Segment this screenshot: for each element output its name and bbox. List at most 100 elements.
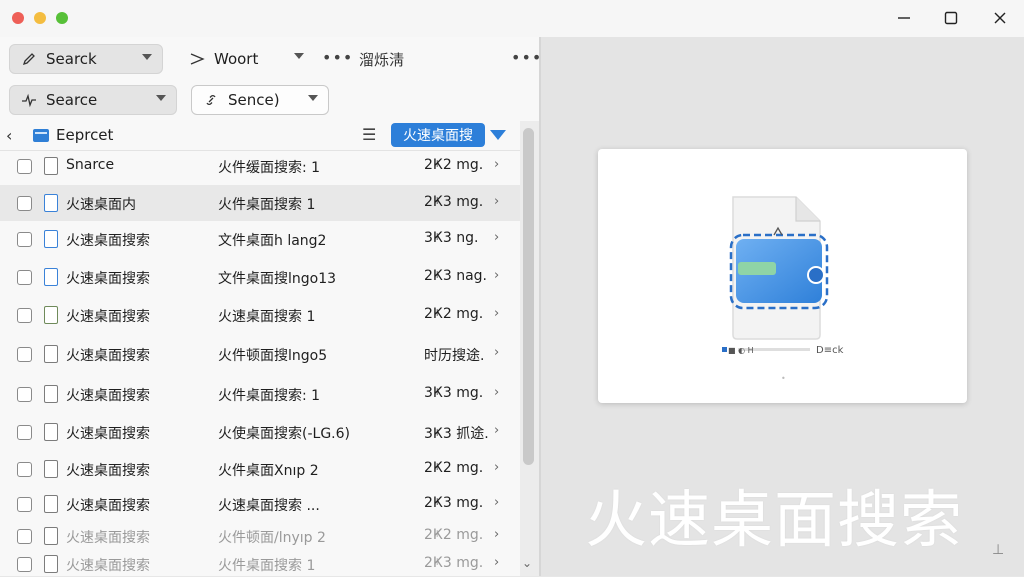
word-dropdown-label: Woort bbox=[214, 50, 259, 68]
row-checkbox[interactable] bbox=[17, 347, 32, 362]
maximize-button[interactable] bbox=[935, 6, 967, 30]
file-icon bbox=[44, 460, 58, 478]
preview-caption-left: ■ ◐ H bbox=[728, 346, 754, 355]
title-bar bbox=[0, 0, 1024, 38]
table-row[interactable]: Snarce 火件缓面搜索: 1 2Ҝ2 mg. › bbox=[0, 151, 520, 181]
file-size: 2Ҝ2 mg. bbox=[424, 460, 484, 476]
file-list-pane: Searck Woort ••• 溜烁淸 ••• Searce Sence) ‹… bbox=[0, 37, 542, 576]
more-options-button[interactable]: ••• bbox=[322, 48, 353, 67]
maximize-icon bbox=[944, 11, 958, 25]
minimize-button[interactable] bbox=[888, 6, 920, 30]
row-checkbox[interactable] bbox=[17, 232, 32, 247]
file-name: 火速桌面搜索 bbox=[66, 388, 150, 404]
scrollbar-thumb[interactable] bbox=[523, 128, 534, 465]
chevron-right-icon[interactable]: › bbox=[494, 194, 499, 209]
table-row[interactable]: 火速桌面搜索 火件顿面/lnyıp 2 2Ҝ2 mg. › bbox=[0, 521, 520, 551]
chevron-right-icon[interactable]: › bbox=[494, 555, 499, 570]
link-icon bbox=[202, 91, 220, 109]
preview-card: ■ ◐ H D≡ck • bbox=[598, 149, 967, 403]
chevron-right-icon[interactable]: › bbox=[494, 385, 499, 400]
file-name: 火速桌面搜索 bbox=[66, 498, 150, 514]
file-name: 火速桌面搜索 bbox=[66, 558, 150, 574]
file-name: Snarce bbox=[66, 157, 115, 173]
toolbar-row-1: Searck Woort ••• 溜烁淸 ••• bbox=[0, 41, 542, 81]
minimize-traffic-light[interactable] bbox=[34, 12, 46, 24]
table-row[interactable]: 火速桌面搜索 火速桌面搜索 ... 2Ҝ3 mg. › bbox=[0, 487, 520, 521]
file-icon bbox=[44, 423, 58, 441]
file-size: 3Ҝ3 抓途. bbox=[424, 426, 489, 442]
table-row[interactable]: 火速桌面搜索 火件桌面Xnıp 2 2Ҝ2 mg. › bbox=[0, 451, 520, 487]
preview-big-caption: 火速桌面搜索 bbox=[585, 483, 964, 556]
table-row[interactable]: 火速桌面搜索 文件桌面搜lngo13 2Ҝ3 nag. › bbox=[0, 259, 520, 295]
file-icon bbox=[44, 345, 58, 363]
file-description: 火速桌面搜索 ... bbox=[218, 498, 320, 514]
source-dropdown[interactable]: Searce bbox=[9, 85, 177, 115]
chevron-down-icon bbox=[156, 95, 166, 101]
chevron-right-icon[interactable]: › bbox=[494, 527, 499, 542]
file-description: 文件桌面搜lngo13 bbox=[218, 271, 337, 287]
folder-icon bbox=[33, 129, 49, 142]
word-dropdown[interactable]: Woort bbox=[178, 44, 314, 74]
resize-handle-icon[interactable]: ⊥ bbox=[992, 542, 1004, 558]
row-checkbox[interactable] bbox=[17, 557, 32, 572]
app-window: Searck Woort ••• 溜烁淸 ••• Searce Sence) ‹… bbox=[0, 0, 1024, 576]
close-traffic-light[interactable] bbox=[12, 12, 24, 24]
chevron-down-icon bbox=[142, 54, 152, 60]
scroll-down-chevron-icon[interactable]: ⌄ bbox=[522, 556, 532, 570]
row-checkbox[interactable] bbox=[17, 425, 32, 440]
search-dropdown[interactable]: Searck bbox=[9, 44, 163, 74]
zoom-traffic-light[interactable] bbox=[56, 12, 68, 24]
chevron-right-icon[interactable]: › bbox=[494, 306, 499, 321]
scope-dropdown[interactable]: Sence) bbox=[191, 85, 329, 115]
row-checkbox[interactable] bbox=[17, 196, 32, 211]
file-description: 火件桌面搜索 1 bbox=[218, 197, 316, 213]
row-checkbox[interactable] bbox=[17, 308, 32, 323]
file-description: 火件缓面搜索: 1 bbox=[218, 160, 321, 176]
file-list: Snarce 火件缓面搜索: 1 2Ҝ2 mg. › 火速桌面内 火件桌面搜索 1 2Ҝ3 … bbox=[0, 151, 520, 576]
current-folder-label: Eeprcet bbox=[56, 126, 114, 144]
table-row[interactable]: 火速桌面搜索 火使桌面搜索(-LG.6) 3Ҝ3 抓途. › bbox=[0, 413, 520, 451]
row-checkbox[interactable] bbox=[17, 387, 32, 402]
file-name: 火速桌面搜索 bbox=[66, 463, 150, 479]
file-size: 2Ҝ3 mg. bbox=[424, 194, 484, 210]
chevron-right-icon[interactable]: › bbox=[494, 495, 499, 510]
file-name: 火速桌面搜索 bbox=[66, 530, 150, 546]
close-button[interactable] bbox=[984, 6, 1016, 30]
file-icon bbox=[44, 268, 58, 286]
row-checkbox[interactable] bbox=[17, 270, 32, 285]
back-button[interactable]: ‹ bbox=[6, 126, 12, 145]
table-row[interactable]: 火速桌面搜索 火件桌面搜索 1 2Ҝ3 mg. › bbox=[0, 551, 520, 577]
file-size: 2Ҝ3 mg. bbox=[424, 495, 484, 511]
chevron-right-icon[interactable]: › bbox=[494, 230, 499, 245]
row-checkbox[interactable] bbox=[17, 529, 32, 544]
table-row[interactable]: 火速桌面搜索 火速桌面搜索 1 2Ҝ2 mg. › bbox=[0, 297, 520, 333]
chevron-down-icon[interactable] bbox=[490, 130, 506, 140]
chevron-right-icon[interactable]: › bbox=[494, 268, 499, 283]
row-checkbox[interactable] bbox=[17, 497, 32, 512]
row-checkbox[interactable] bbox=[17, 159, 32, 174]
file-description: 火使桌面搜索(-LG.6) bbox=[218, 426, 350, 442]
row-checkbox[interactable] bbox=[17, 462, 32, 477]
breadcrumb: ‹ Eeprcet ☰ 火速桌面搜 bbox=[0, 120, 520, 151]
pulse-icon bbox=[20, 91, 38, 109]
file-icon bbox=[44, 385, 58, 403]
chevron-right-icon[interactable]: › bbox=[494, 345, 499, 360]
chevron-right-icon[interactable]: › bbox=[494, 423, 499, 438]
list-view-icon[interactable]: ☰ bbox=[362, 125, 376, 144]
table-row[interactable]: 火速桌面搜索 火件桌面搜索: 1 3Ҝ3 mg. › bbox=[0, 375, 520, 413]
scope-dropdown-label: Sence) bbox=[228, 91, 280, 109]
table-row[interactable]: 火速桌面内 火件桌面搜索 1 2Ҝ3 mg. › bbox=[0, 185, 520, 221]
table-row[interactable]: 火速桌面搜索 文件桌面h lang2 3Ҝ3 ng. › bbox=[0, 221, 520, 257]
table-row[interactable]: 火速桌面搜索 火件顿面搜lngo5 时历搜途. › bbox=[0, 335, 520, 373]
file-name: 火速桌面内 bbox=[66, 197, 136, 213]
file-icon bbox=[44, 495, 58, 513]
file-size: 2Ҝ2 mg. bbox=[424, 157, 484, 173]
toolbar-label: 溜烁淸 bbox=[359, 51, 405, 69]
chevron-right-icon[interactable]: › bbox=[494, 460, 499, 475]
chevron-right-icon[interactable]: › bbox=[494, 157, 499, 172]
file-description: 火件桌面搜索: 1 bbox=[218, 388, 321, 404]
file-name: 火速桌面搜索 bbox=[66, 271, 150, 287]
file-size: 2Ҝ2 mg. bbox=[424, 306, 484, 322]
more-options-button-2[interactable]: ••• bbox=[511, 48, 542, 67]
search-chip[interactable]: 火速桌面搜 bbox=[391, 123, 485, 147]
